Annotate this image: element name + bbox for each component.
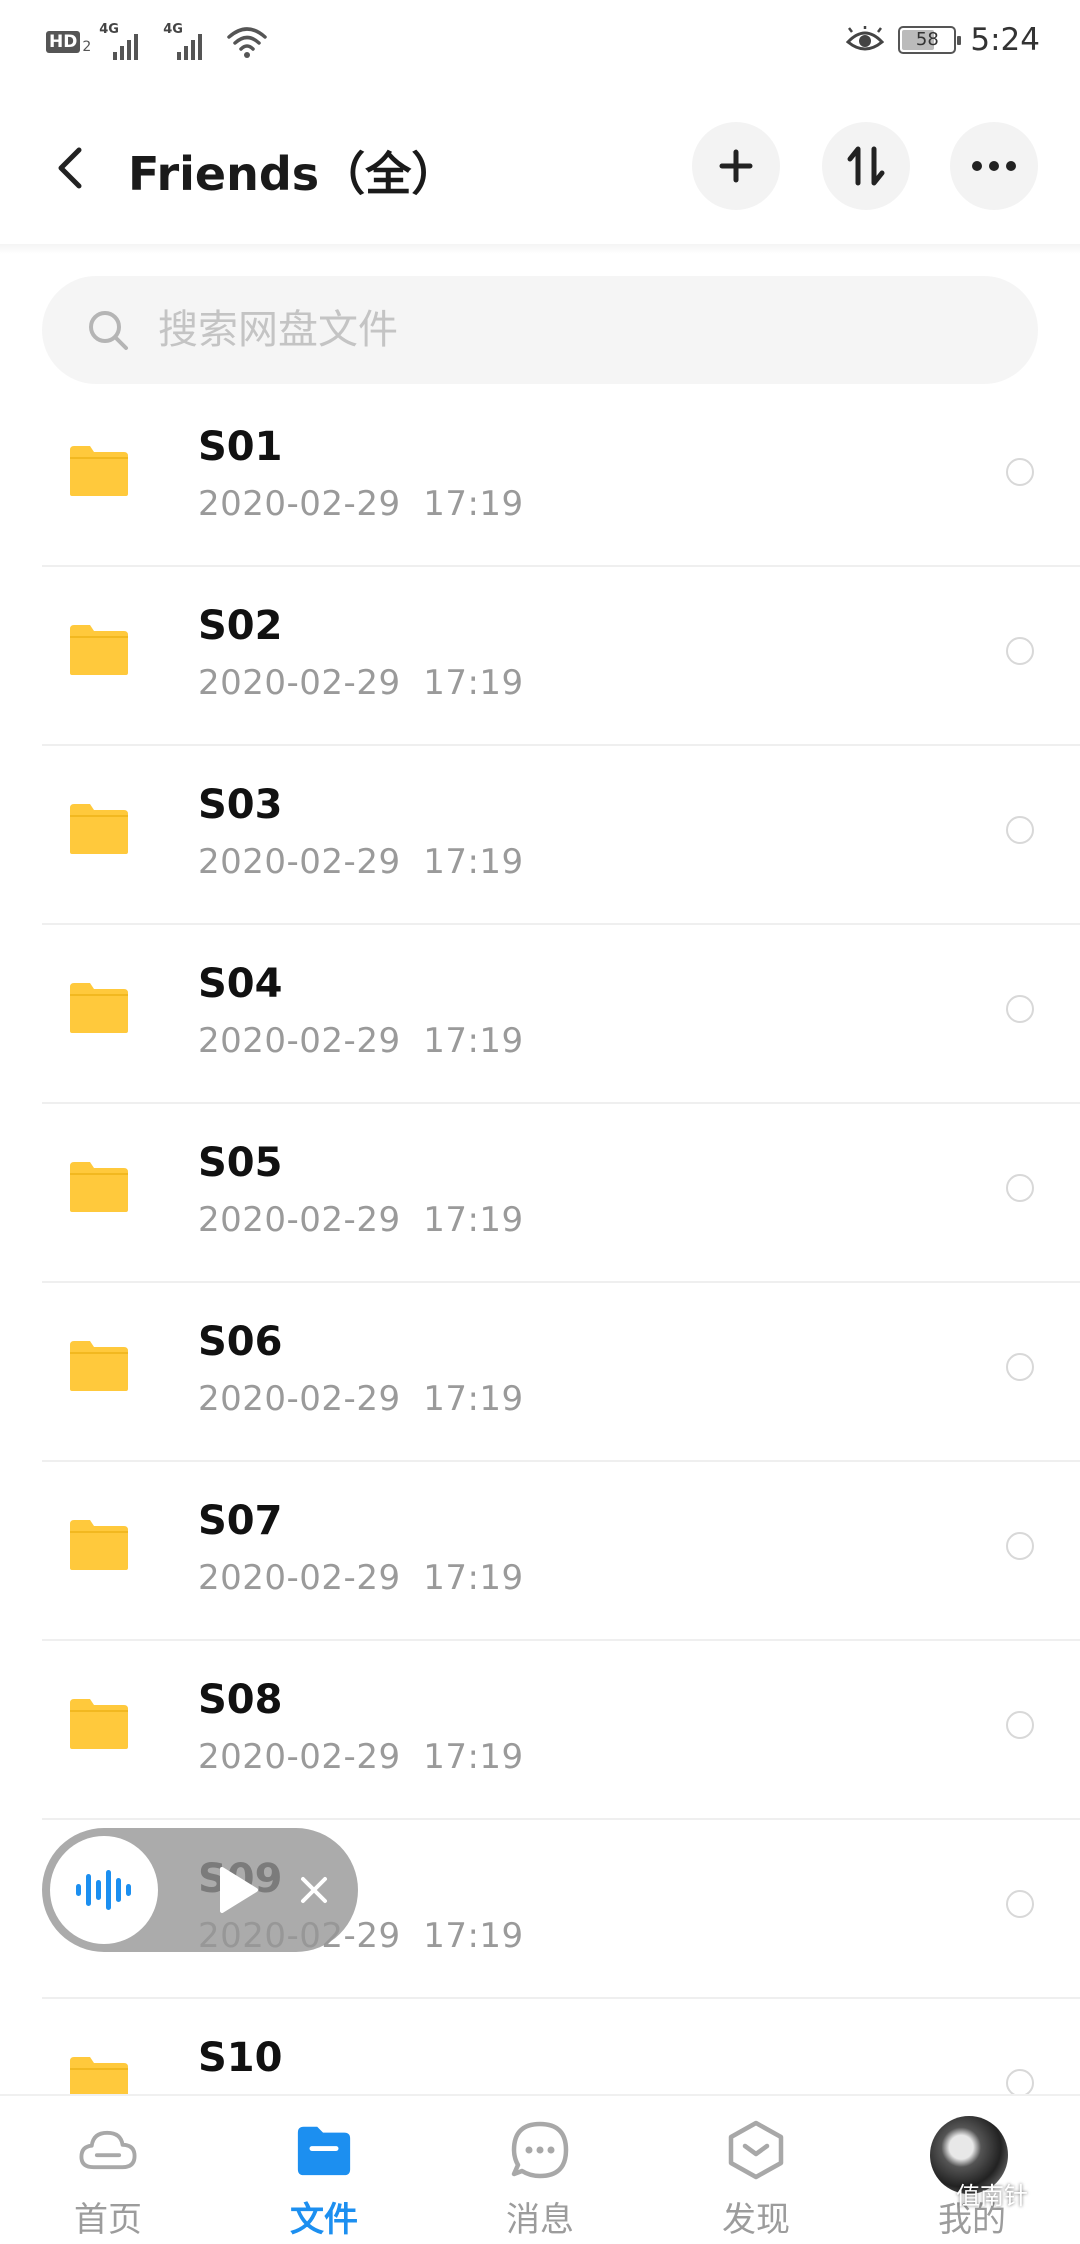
file-row[interactable]: S07 2020-02-29 17:19 <box>0 1462 1080 1641</box>
sort-icon <box>847 146 885 186</box>
status-left: HD 2 4G 4G <box>46 22 268 60</box>
file-row[interactable]: S08 2020-02-29 17:19 <box>0 1641 1080 1820</box>
close-player-button[interactable] <box>288 1864 340 1916</box>
audio-player[interactable] <box>42 1828 358 1952</box>
sort-button[interactable] <box>822 122 910 210</box>
select-checkbox[interactable] <box>1006 1890 1034 1918</box>
audio-wave-button[interactable] <box>50 1836 158 1944</box>
message-icon <box>510 2120 570 2180</box>
folder-icon <box>70 1520 128 1570</box>
nav-messages-label: 消息 <box>506 2200 574 2240</box>
nav-discover[interactable]: 发现 <box>648 2096 864 2244</box>
page-title: Friends（全） <box>128 147 458 201</box>
search-input[interactable] <box>158 307 858 353</box>
nav-files-label: 文件 <box>290 2200 358 2240</box>
nav-home-label: 首页 <box>74 2200 142 2240</box>
file-row[interactable]: S01 2020-02-29 17:19 <box>0 388 1080 567</box>
folder-icon <box>70 625 128 675</box>
select-checkbox[interactable] <box>1006 1532 1034 1560</box>
more-button[interactable] <box>950 122 1038 210</box>
battery-level: 58 <box>915 29 939 50</box>
battery-icon: 58 <box>898 26 962 54</box>
select-checkbox[interactable] <box>1006 1711 1034 1739</box>
chevron-left-icon <box>58 147 82 189</box>
select-checkbox[interactable] <box>1006 1174 1034 1202</box>
plus-icon <box>719 149 753 183</box>
file-date: 2020-02-29 17:19 <box>198 1200 524 1240</box>
select-checkbox[interactable] <box>1006 816 1034 844</box>
file-name: S10 <box>198 2035 283 2081</box>
screen: HD 2 4G 4G 58 5:24 Friends（全） 搜索网盘文件 S01… <box>0 0 1080 2244</box>
file-row[interactable]: S02 2020-02-29 17:19 <box>0 567 1080 746</box>
folder-icon <box>70 1341 128 1391</box>
select-checkbox[interactable] <box>1006 1353 1034 1381</box>
play-button[interactable] <box>206 1858 270 1922</box>
folder-icon <box>70 446 128 496</box>
folder-icon <box>70 1162 128 1212</box>
discover-icon <box>726 2120 786 2180</box>
status-bar: HD 2 4G 4G 58 5:24 <box>0 0 1080 86</box>
search-bar[interactable] <box>42 276 1038 384</box>
status-right: 58 5:24 <box>846 22 1040 58</box>
signal-icon: 4G <box>99 22 155 60</box>
folder-icon <box>294 2120 354 2180</box>
eye-icon <box>846 26 885 51</box>
file-date: 2020-02-29 17:19 <box>198 1021 524 1061</box>
header: Friends（全） <box>0 110 1080 226</box>
hd-icon: HD 2 <box>46 29 91 55</box>
header-divider <box>0 244 1080 254</box>
wifi-icon <box>227 27 268 58</box>
file-name: S01 <box>198 424 283 470</box>
search-icon <box>89 311 128 350</box>
file-name: S04 <box>198 961 283 1007</box>
nav-messages[interactable]: 消息 <box>432 2096 648 2244</box>
folder-icon <box>70 1699 128 1749</box>
select-checkbox[interactable] <box>1006 995 1034 1023</box>
select-checkbox[interactable] <box>1006 458 1034 486</box>
close-icon <box>301 1877 327 1903</box>
folder-icon <box>70 804 128 854</box>
wechat-icon <box>920 2182 949 2204</box>
file-date: 2020-02-29 17:19 <box>198 842 524 882</box>
signal-icon-2: 4G <box>163 22 219 60</box>
select-checkbox[interactable] <box>1006 2069 1034 2097</box>
file-row[interactable]: S06 2020-02-29 17:19 <box>0 1283 1080 1462</box>
audio-wave-icon <box>76 1870 131 1910</box>
file-date: 2020-02-29 17:19 <box>198 1737 524 1777</box>
file-date: 2020-02-29 17:19 <box>198 1379 524 1419</box>
folder-icon <box>70 983 128 1033</box>
file-name: S02 <box>198 603 283 649</box>
add-button[interactable] <box>692 122 780 210</box>
file-name: S03 <box>198 782 283 828</box>
file-row[interactable]: S03 2020-02-29 17:19 <box>0 746 1080 925</box>
file-date: 2020-02-29 17:19 <box>198 484 524 524</box>
nav-files[interactable]: 文件 <box>216 2096 432 2244</box>
file-name: S07 <box>198 1498 283 1544</box>
play-icon <box>220 1867 258 1913</box>
hd-sub: 2 <box>82 39 92 55</box>
file-name: S08 <box>198 1677 283 1723</box>
hd-label: HD <box>46 31 81 53</box>
back-button[interactable] <box>44 136 96 200</box>
file-date: 2020-02-29 17:19 <box>198 1558 524 1598</box>
cloud-icon <box>78 2120 138 2180</box>
clock: 5:24 <box>970 22 1040 58</box>
file-date: 2020-02-29 17:19 <box>198 663 524 703</box>
nav-home[interactable]: 首页 <box>0 2096 216 2244</box>
nav-discover-label: 发现 <box>722 2200 790 2240</box>
select-checkbox[interactable] <box>1006 637 1034 665</box>
file-name: S05 <box>198 1140 283 1186</box>
watermark: 值南针 <box>920 2176 1028 2211</box>
more-icon <box>972 161 1016 171</box>
file-name: S06 <box>198 1319 283 1365</box>
file-row[interactable]: S04 2020-02-29 17:19 <box>0 925 1080 1104</box>
file-row[interactable]: S05 2020-02-29 17:19 <box>0 1104 1080 1283</box>
bottom-nav: 首页 文件 消息 发现 我的 <box>0 2094 1080 2244</box>
watermark-text: 值南针 <box>956 2182 1028 2210</box>
